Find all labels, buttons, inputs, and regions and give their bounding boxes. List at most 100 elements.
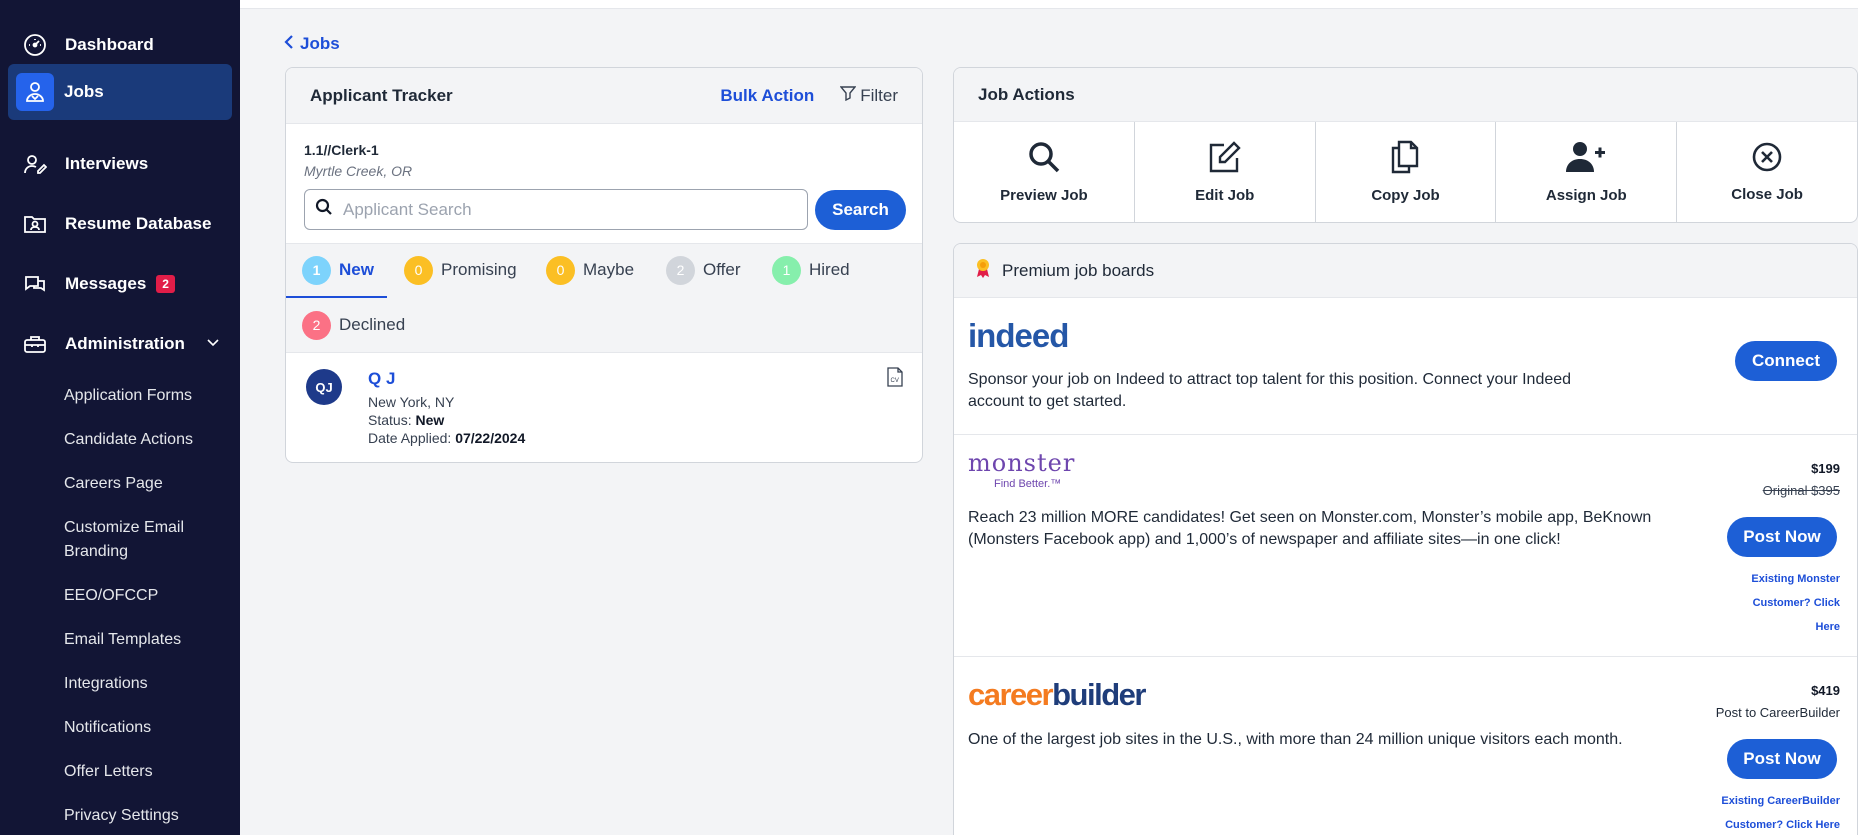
link-line: Customer? Click: [1752, 597, 1840, 609]
search-icon: [1027, 140, 1061, 179]
edit-icon: [1207, 140, 1243, 179]
sidebar-item-label: Jobs: [64, 82, 104, 101]
cv-document-icon[interactable]: CV: [886, 367, 904, 392]
applicant-search-input[interactable]: [343, 199, 783, 220]
tab-count: 0: [404, 255, 433, 285]
sidebar: Dashboard Jobs Interviews Resume Databas…: [0, 0, 240, 835]
premium-boards-header: Premium job boards: [954, 244, 1857, 298]
applicant-row[interactable]: QJ Q J New York, NY Status: New Date App…: [286, 354, 922, 458]
copy-job-button[interactable]: Copy Job: [1316, 122, 1497, 222]
applicant-location: New York, NY: [368, 394, 455, 410]
toolbox-icon: [21, 330, 49, 358]
monster-post-now-button[interactable]: Post Now: [1727, 517, 1837, 557]
tab-label: Promising: [441, 260, 517, 279]
close-job-button[interactable]: Close Job: [1677, 122, 1857, 222]
avatar: QJ: [306, 369, 342, 405]
sidebar-subitem-candidate-actions[interactable]: Candidate Actions: [64, 428, 224, 452]
sidebar-item-resume-database[interactable]: Resume Database: [8, 196, 232, 252]
back-to-jobs-link[interactable]: Jobs: [284, 34, 340, 54]
monster-board: monster Find Better.™ $199 Original $395…: [954, 434, 1857, 656]
chevron-left-icon: [284, 34, 294, 54]
sidebar-item-interviews[interactable]: Interviews: [8, 136, 232, 192]
sidebar-item-jobs[interactable]: Jobs: [8, 64, 232, 120]
bulk-action-button[interactable]: Bulk Action: [720, 86, 814, 106]
tab-hired[interactable]: 1 Hired: [772, 255, 850, 285]
action-label: Copy Job: [1371, 187, 1440, 204]
sidebar-subitem-privacy-settings[interactable]: Privacy Settings: [64, 804, 224, 828]
messages-count-badge: 2: [156, 275, 175, 293]
existing-careerbuilder-customer-link[interactable]: Existing CareerBuilder Customer? Click H…: [1680, 789, 1840, 835]
interview-icon: [21, 150, 49, 178]
job-code: 1.1//Clerk-1: [304, 142, 379, 158]
link-line: Existing CareerBuilder: [1721, 795, 1840, 807]
link-line: Existing Monster: [1751, 573, 1840, 585]
sidebar-item-administration[interactable]: Administration: [8, 316, 232, 372]
search-button[interactable]: Search: [815, 190, 906, 230]
indeed-logo: indeed: [968, 317, 1069, 354]
sidebar-subitem-application-forms[interactable]: Application Forms: [64, 384, 224, 408]
careerbuilder-price: $419: [1811, 683, 1840, 698]
careerbuilder-description: One of the largest job sites in the U.S.…: [968, 731, 1623, 748]
action-label: Preview Job: [1000, 187, 1088, 204]
applicant-status: Status: New: [368, 412, 444, 428]
search-icon: [315, 198, 333, 221]
tab-label: New: [339, 260, 374, 279]
sidebar-item-label: Interviews: [65, 154, 149, 173]
status-label: Status:: [368, 412, 412, 428]
applicant-search-box: [304, 189, 808, 230]
applicant-name[interactable]: Q J: [368, 369, 395, 389]
sidebar-item-label: Messages: [65, 274, 147, 293]
existing-monster-customer-link[interactable]: Existing Monster Customer? Click Here: [1700, 567, 1840, 639]
sidebar-item-messages[interactable]: Messages 2: [8, 256, 232, 312]
job-location: Myrtle Creek, OR: [304, 163, 413, 179]
job-actions-grid: Preview Job Edit Job Copy Job Assign Job…: [954, 122, 1857, 222]
date-value: 07/22/2024: [455, 430, 526, 446]
sidebar-subitem-offer-letters[interactable]: Offer Letters: [64, 760, 224, 784]
applicant-tracker-panel: Applicant Tracker Bulk Action Filter 1.1…: [285, 67, 923, 463]
sidebar-subitem-email-templates[interactable]: Email Templates: [64, 628, 224, 652]
tab-offer[interactable]: 2 Offer: [666, 255, 740, 285]
sidebar-subitem-customize-email-branding[interactable]: Customize Email Branding: [64, 516, 224, 564]
sidebar-subitem-eeo-ofccp[interactable]: EEO/OFCCP: [64, 584, 224, 608]
tab-count: 1: [302, 255, 331, 285]
jobs-person-icon: [16, 73, 54, 111]
copy-icon: [1389, 140, 1421, 179]
panel-title: Job Actions: [978, 84, 1075, 104]
tab-count: 0: [546, 255, 575, 285]
careerbuilder-logo: careerbuilder: [968, 677, 1146, 713]
applicant-tracker-header: Applicant Tracker Bulk Action Filter: [286, 68, 922, 124]
preview-job-button[interactable]: Preview Job: [954, 122, 1135, 222]
date-label: Date Applied:: [368, 430, 452, 446]
edit-job-button[interactable]: Edit Job: [1135, 122, 1316, 222]
filter-button[interactable]: Filter: [839, 85, 898, 106]
tab-new[interactable]: 1 New: [302, 255, 374, 285]
sidebar-subitem-integrations[interactable]: Integrations: [64, 672, 224, 696]
sidebar-subitem-careers-page[interactable]: Careers Page: [64, 472, 224, 496]
sidebar-subitem-notifications[interactable]: Notifications: [64, 716, 224, 740]
tab-declined[interactable]: 2 Declined: [302, 310, 405, 340]
link-line: Customer? Click Here: [1725, 819, 1840, 831]
indeed-connect-button[interactable]: Connect: [1735, 341, 1837, 381]
tab-label: Declined: [339, 315, 406, 334]
top-bar: [240, 0, 1858, 9]
indeed-description: Sponsor your job on Indeed to attract to…: [968, 371, 1572, 410]
action-label: Close Job: [1731, 186, 1803, 203]
filter-label: Filter: [860, 85, 898, 105]
tab-promising[interactable]: 0 Promising: [404, 255, 517, 285]
back-link-label: Jobs: [300, 34, 340, 53]
sidebar-item-label: Dashboard: [65, 35, 154, 54]
careerbuilder-post-now-button[interactable]: Post Now: [1727, 739, 1837, 779]
award-icon: [974, 258, 992, 283]
sidebar-item-label: Resume Database: [65, 214, 212, 233]
tab-count: 1: [772, 255, 801, 285]
user-plus-icon: [1566, 140, 1606, 179]
careerbuilder-board: careerbuilder $419 Post to CareerBuilder…: [954, 656, 1857, 835]
active-tab-indicator: [286, 296, 387, 298]
tab-label: Hired: [809, 260, 850, 279]
indeed-board: indeed Sponsor your job on Indeed to att…: [954, 297, 1857, 434]
monster-description: Reach 23 million MORE candidates! Get se…: [968, 509, 1652, 548]
panel-title: Premium job boards: [1002, 260, 1155, 280]
assign-job-button[interactable]: Assign Job: [1496, 122, 1678, 222]
tab-maybe[interactable]: 0 Maybe: [546, 255, 634, 285]
chevron-down-icon[interactable]: [206, 336, 220, 355]
